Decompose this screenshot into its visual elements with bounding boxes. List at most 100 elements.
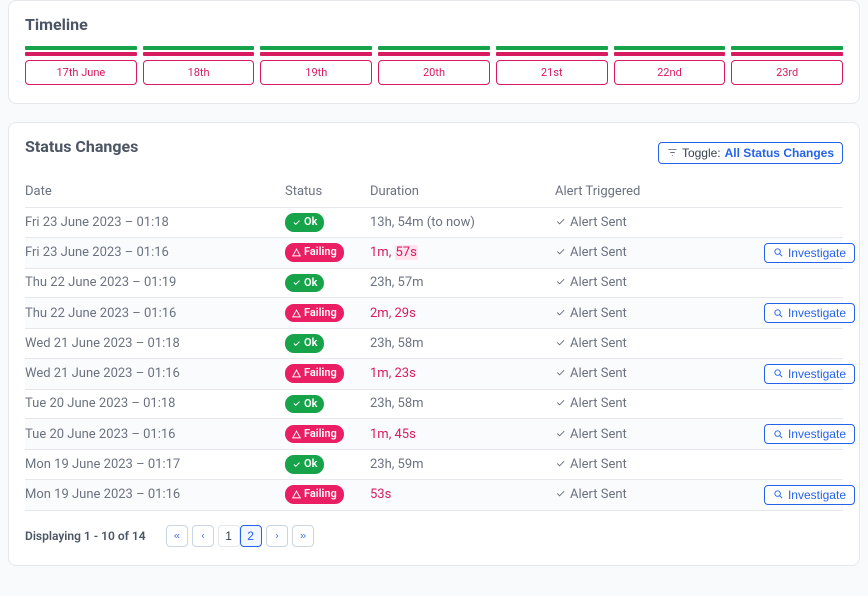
bar-bottom [614, 52, 726, 56]
day-label: 23rd [731, 60, 843, 85]
cell-date: Fri 23 June 2023 – 01:16 [25, 245, 285, 260]
alert-icon [292, 490, 301, 499]
page-next-button[interactable] [266, 525, 288, 547]
col-head-status: Status [285, 184, 370, 199]
cell-duration: 1m, 45s [370, 427, 555, 442]
cell-status: Failing [285, 425, 370, 444]
alert-icon [292, 309, 301, 318]
bar-top [143, 46, 255, 50]
col-head-alert: Alert Triggered [555, 184, 755, 199]
page-first-button[interactable] [166, 525, 188, 547]
cell-duration: 23h, 57m [370, 275, 555, 290]
investigate-button[interactable]: Investigate [764, 243, 855, 263]
page-prev-button[interactable] [192, 525, 214, 547]
page-last-button[interactable] [292, 525, 314, 547]
timeline-day[interactable]: 21st [496, 46, 608, 85]
status-badge-ok: Ok [285, 274, 324, 293]
investigate-button[interactable]: Investigate [764, 303, 855, 323]
cell-duration: 23h, 58m [370, 336, 555, 351]
check-icon [555, 246, 566, 257]
alert-icon [292, 248, 301, 257]
timeline-day[interactable]: 17th June [25, 46, 137, 85]
timeline-row: 17th June18th19th20th21st22nd23rd [25, 46, 843, 85]
toggle-prefix: Toggle: [682, 146, 721, 160]
table-header: Date Status Duration Alert Triggered [25, 180, 843, 208]
check-icon [555, 337, 566, 348]
chevrons-right-icon [299, 531, 307, 541]
cell-duration: 23h, 58m [370, 396, 555, 411]
cell-date: Thu 22 June 2023 – 01:16 [25, 306, 285, 321]
bar-top [260, 46, 372, 50]
cell-alert: Alert Sent [555, 487, 755, 502]
table-row: Thu 22 June 2023 – 01:16Failing2m, 29sAl… [25, 298, 843, 329]
day-bars [614, 46, 726, 56]
status-changes-header: Status Changes Toggle: All Status Change… [25, 137, 843, 168]
status-badge-failing: Failing [285, 485, 344, 504]
alert-icon [292, 369, 301, 378]
bar-top [378, 46, 490, 50]
page-number-button[interactable]: 1 [218, 525, 240, 547]
cell-status: Ok [285, 213, 370, 232]
check-icon [555, 428, 566, 439]
cell-status: Failing [285, 485, 370, 504]
status-badge-ok: Ok [285, 395, 324, 414]
check-icon [292, 218, 301, 227]
bar-top [731, 46, 843, 50]
timeline-day[interactable]: 20th [378, 46, 490, 85]
cell-status: Ok [285, 455, 370, 474]
day-label: 19th [260, 60, 372, 85]
status-badge-failing: Failing [285, 243, 344, 262]
day-label: 18th [143, 60, 255, 85]
day-label: 20th [378, 60, 490, 85]
table-row: Mon 19 June 2023 – 01:16Failing53sAlert … [25, 480, 843, 511]
check-icon [555, 216, 566, 227]
bar-top [614, 46, 726, 50]
cell-duration: 1m, 57s [370, 245, 555, 260]
table-row: Fri 23 June 2023 – 01:16Failing 1m, 57sAl… [25, 238, 843, 269]
cell-status: Failing [285, 364, 370, 383]
timeline-day[interactable]: 18th [143, 46, 255, 85]
cell-date: Wed 21 June 2023 – 01:18 [25, 336, 285, 351]
cell-status: Ok [285, 334, 370, 353]
status-changes-card: Status Changes Toggle: All Status Change… [8, 122, 860, 566]
timeline-day[interactable]: 22nd [614, 46, 726, 85]
page-number-button[interactable]: 2 [240, 525, 262, 547]
table-row: Thu 22 June 2023 – 01:19Ok23h, 57mAlert … [25, 269, 843, 299]
toggle-filter-button[interactable]: Toggle: All Status Changes [658, 142, 843, 164]
cell-duration: 1m, 23s [370, 366, 555, 381]
check-icon [555, 307, 566, 318]
status-badge-ok: Ok [285, 213, 324, 232]
cell-alert: Alert Sent [555, 245, 755, 260]
cell-date: Mon 19 June 2023 – 01:17 [25, 457, 285, 472]
timeline-day[interactable]: 19th [260, 46, 372, 85]
alert-icon [292, 430, 301, 439]
status-table: Date Status Duration Alert Triggered Fri… [25, 180, 843, 511]
cell-action: Investigate [755, 424, 855, 444]
status-badge-ok: Ok [285, 334, 324, 353]
bar-bottom [143, 52, 255, 56]
cell-status: Ok [285, 395, 370, 414]
check-icon [555, 397, 566, 408]
day-bars [731, 46, 843, 56]
cell-alert: Alert Sent [555, 336, 755, 351]
check-icon [555, 488, 566, 499]
investigate-button[interactable]: Investigate [764, 485, 855, 505]
search-icon [773, 247, 784, 258]
search-icon [773, 368, 784, 379]
investigate-button[interactable]: Investigate [764, 424, 855, 444]
check-icon [292, 278, 301, 287]
bar-bottom [496, 52, 608, 56]
bar-bottom [25, 52, 137, 56]
table-row: Mon 19 June 2023 – 01:17Ok23h, 59mAlert … [25, 450, 843, 480]
cell-duration: 53s [370, 487, 555, 502]
investigate-button[interactable]: Investigate [764, 364, 855, 384]
table-row: Tue 20 June 2023 – 01:18Ok23h, 58mAlert … [25, 390, 843, 420]
search-icon [773, 489, 784, 500]
cell-duration: 23h, 59m [370, 457, 555, 472]
status-badge-failing: Failing [285, 425, 344, 444]
table-row: Tue 20 June 2023 – 01:16Failing1m, 45sAl… [25, 419, 843, 450]
timeline-card: Timeline 17th June18th19th20th21st22nd23… [8, 0, 860, 104]
table-row: Fri 23 June 2023 – 01:18Ok13h, 54m (to n… [25, 208, 843, 238]
bar-top [25, 46, 137, 50]
timeline-day[interactable]: 23rd [731, 46, 843, 85]
